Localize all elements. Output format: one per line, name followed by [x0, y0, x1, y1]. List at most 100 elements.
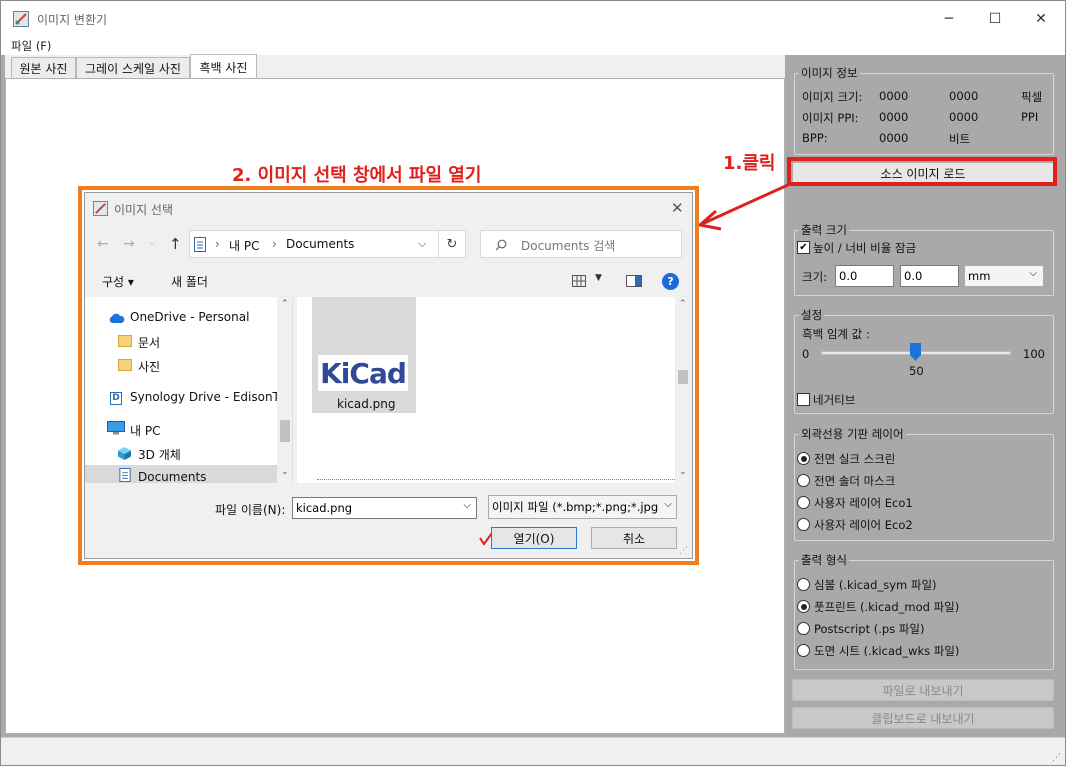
bpp-unit: 비트: [949, 132, 971, 146]
layer-radio-eco2[interactable]: [797, 518, 810, 531]
format-radio-footprint[interactable]: [797, 600, 810, 613]
maximize-button[interactable]: ☐: [972, 1, 1018, 37]
scroll-down-icon[interactable]: ⌄: [679, 467, 687, 477]
image-ppi-x: 0000: [879, 110, 909, 124]
format-radio-postscript[interactable]: [797, 622, 810, 635]
filename-dropdown-icon[interactable]: ⌵: [463, 500, 471, 511]
image-ppi-y: 0000: [949, 110, 979, 124]
tab-original[interactable]: 원본 사진: [11, 57, 76, 79]
menu-file[interactable]: 파일 (F): [11, 38, 51, 54]
address-bar[interactable]: › 내 PC › Documents ⌵: [189, 230, 451, 258]
file-scrollbar[interactable]: ⌃ ⌄: [675, 297, 691, 483]
tree-item-3d-objects[interactable]: 3D 개체: [138, 446, 181, 463]
tree-scrollbar[interactable]: ⌃ ⌄: [277, 297, 292, 483]
organize-menu[interactable]: 구성 ▾: [102, 273, 134, 290]
file-item-kicad[interactable]: KiCad kicad.png: [312, 297, 416, 413]
layer-radio-soldermask[interactable]: [797, 474, 810, 487]
tree-scroll-thumb[interactable]: [280, 420, 290, 442]
filename-value: kicad.png: [296, 501, 353, 515]
tree-item-documents-folder[interactable]: 문서: [138, 334, 160, 351]
format-option-worksheet: 도면 시트 (.kicad_wks 파일): [814, 644, 960, 658]
format-radio-worksheet[interactable]: [797, 644, 810, 657]
breadcrumb-separator-icon: ›: [215, 237, 220, 251]
app-icon: [13, 11, 29, 27]
folder-icon: [118, 335, 132, 347]
address-dropdown-icon[interactable]: ⌵: [418, 237, 426, 251]
layer-option-silkscreen: 전면 실크 스크린: [814, 452, 896, 466]
tree-item-documents[interactable]: Documents: [138, 470, 206, 483]
image-size-width: 0000: [879, 89, 909, 103]
dialog-app-icon: [93, 201, 108, 216]
format-option-footprint: 풋프린트 (.kicad_mod 파일): [814, 600, 960, 614]
breadcrumb-documents[interactable]: Documents: [286, 237, 354, 251]
layer-radio-eco1[interactable]: [797, 496, 810, 509]
tree-item-onedrive[interactable]: OneDrive - Personal: [130, 310, 249, 324]
menu-bar: 파일 (F): [1, 37, 1065, 55]
export-file-button[interactable]: 파일로 내보내기: [792, 679, 1054, 701]
synology-icon: D: [110, 392, 122, 405]
chevron-down-icon: ⌵: [664, 499, 672, 510]
file-type-filter[interactable]: 이미지 파일 (*.bmp;*.png;*.jpg ⌵: [488, 495, 677, 519]
format-radio-symbol[interactable]: [797, 578, 810, 591]
dialog-close-icon[interactable]: ✕: [671, 199, 684, 217]
breadcrumb-pc[interactable]: 내 PC: [229, 237, 259, 254]
tree-item-pictures-folder[interactable]: 사진: [138, 358, 160, 375]
navigation-tree: OneDrive - Personal 문서 사진 D Synology Dri…: [85, 297, 293, 483]
up-arrow-icon[interactable]: ↑: [169, 235, 182, 253]
image-ppi-label: 이미지 PPI:: [802, 111, 859, 125]
cancel-button[interactable]: 취소: [591, 527, 677, 549]
document-icon: [119, 468, 131, 482]
minimize-button[interactable]: ─: [926, 1, 972, 37]
negative-checkbox[interactable]: [797, 393, 810, 406]
height-input[interactable]: 0.0: [900, 265, 959, 287]
kicad-logo-text: KiCad: [320, 356, 407, 390]
refresh-icon[interactable]: ↻: [438, 230, 466, 258]
filename-input[interactable]: kicad.png ⌵: [292, 497, 477, 519]
resize-grip-icon[interactable]: ⋰: [1052, 753, 1061, 763]
open-button[interactable]: 열기(O): [491, 527, 577, 549]
tab-black-white[interactable]: 흑백 사진: [190, 54, 257, 80]
image-size-unit: 픽셀: [1021, 90, 1043, 104]
partial-file-row: [317, 479, 677, 482]
unit-select[interactable]: mm ⌵: [964, 265, 1044, 287]
export-clipboard-button[interactable]: 클립보드로 내보내기: [792, 707, 1054, 729]
format-option-postscript: Postscript (.ps 파일): [814, 622, 925, 636]
output-size-title: 출력 크기: [799, 222, 849, 238]
preview-pane-icon[interactable]: [626, 275, 642, 287]
new-folder-button[interactable]: 새 폴더: [171, 273, 208, 290]
tree-item-synology[interactable]: Synology Drive - EdisonTec: [130, 390, 292, 404]
search-box[interactable]: Documents 검색: [480, 230, 682, 258]
scroll-up-icon[interactable]: ⌃: [679, 299, 687, 309]
threshold-value: 50: [909, 364, 924, 378]
scroll-up-icon[interactable]: ⌃: [281, 299, 289, 309]
dialog-resize-grip-icon[interactable]: ⋰: [679, 546, 688, 556]
breadcrumb-separator-icon: ›: [272, 237, 277, 251]
filename-label: 파일 이름(N):: [215, 503, 286, 517]
tab-grayscale[interactable]: 그레이 스케일 사진: [76, 57, 190, 79]
negative-label: 네거티브: [813, 393, 856, 407]
scroll-down-icon[interactable]: ⌄: [281, 467, 289, 477]
layer-radio-silkscreen[interactable]: [797, 452, 810, 465]
size-label: 크기:: [802, 270, 828, 284]
back-arrow-icon[interactable]: ←: [97, 236, 109, 252]
view-dropdown-icon[interactable]: ▼: [595, 273, 602, 283]
threshold-min: 0: [802, 347, 810, 361]
layer-option-eco2: 사용자 레이어 Eco2: [814, 518, 913, 532]
file-scroll-thumb[interactable]: [678, 370, 688, 384]
board-layer-title: 외곽선용 기판 레이어: [799, 426, 906, 442]
annotation-step-2: 2. 이미지 선택 창에서 파일 열기: [232, 165, 482, 186]
forward-arrow-icon[interactable]: →: [123, 236, 135, 252]
aspect-lock-checkbox[interactable]: ✔: [797, 241, 810, 254]
recent-chevron-icon[interactable]: ⌵: [149, 238, 156, 248]
width-input[interactable]: 0.0: [835, 265, 894, 287]
file-type-filter-value: 이미지 파일 (*.bmp;*.png;*.jpg: [492, 500, 659, 514]
view-grid-icon[interactable]: [572, 275, 586, 287]
output-format-title: 출력 형식: [799, 552, 849, 568]
file-list-pane: KiCad kicad.png ⌃ ⌄: [297, 297, 691, 483]
tree-item-this-pc[interactable]: 내 PC: [130, 422, 160, 439]
kicad-logo-thumbnail: KiCad: [318, 355, 408, 391]
help-icon[interactable]: ?: [662, 273, 679, 290]
status-bar: ⋰: [1, 737, 1065, 765]
close-button[interactable]: ✕: [1018, 1, 1064, 37]
unit-select-value: mm: [968, 269, 991, 283]
